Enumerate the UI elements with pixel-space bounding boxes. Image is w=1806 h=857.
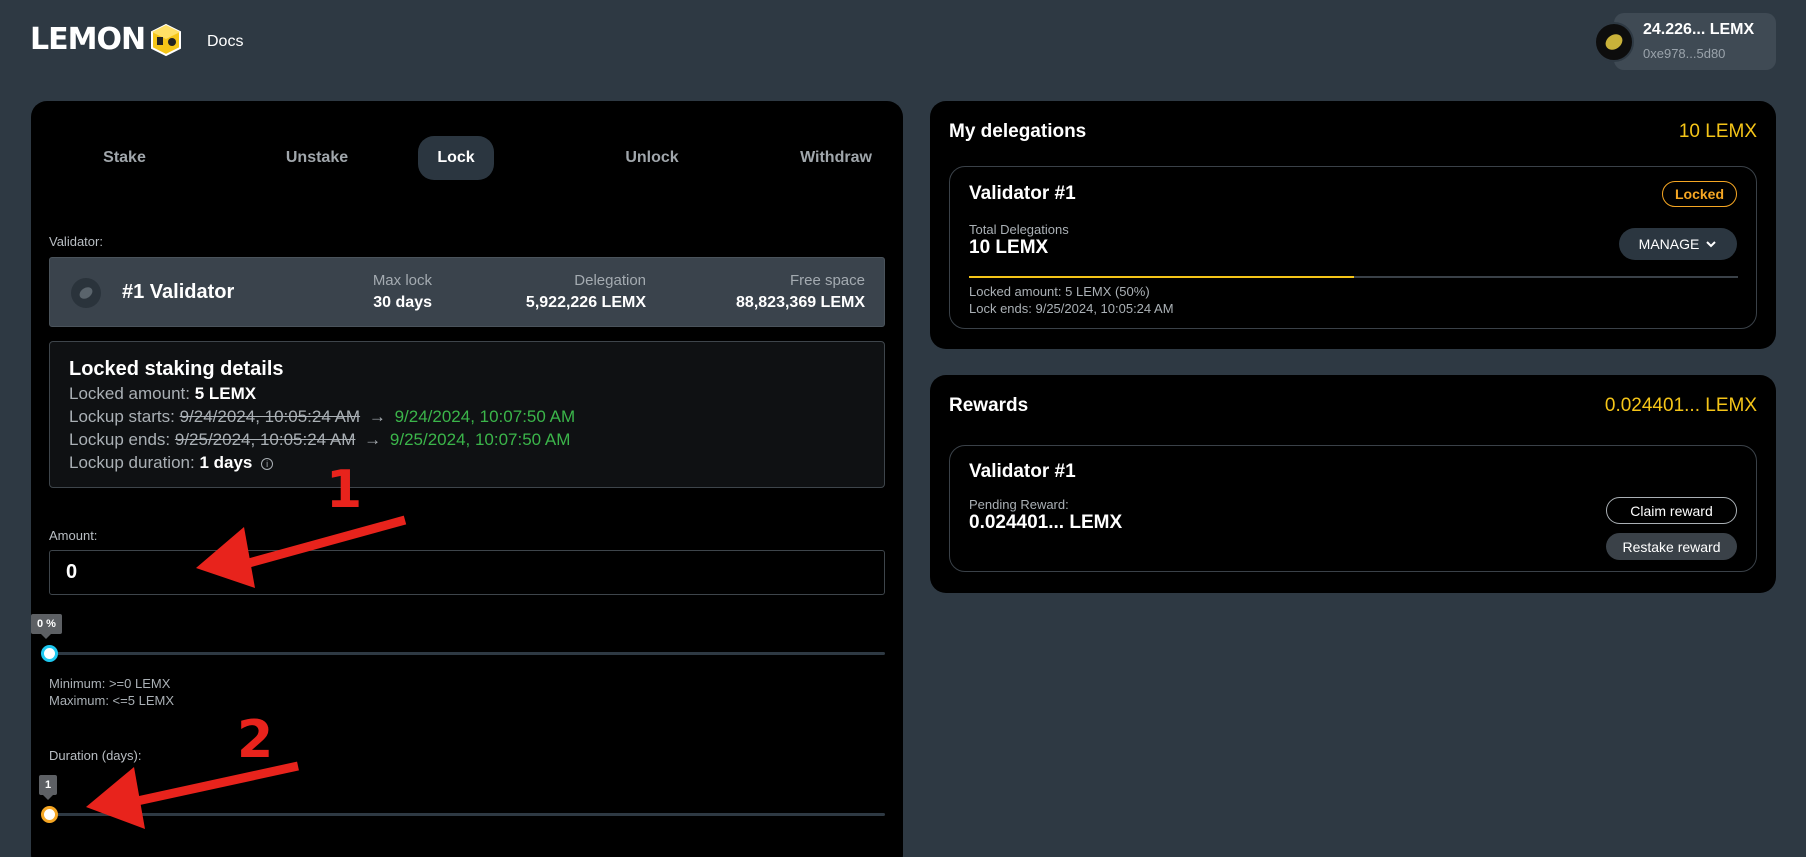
annotation-arrow-2 <box>86 761 299 829</box>
annotation-number-2: 2 <box>237 710 274 770</box>
annotation-number-1: 1 <box>326 460 363 520</box>
annotation-arrow-1 <box>196 515 407 588</box>
